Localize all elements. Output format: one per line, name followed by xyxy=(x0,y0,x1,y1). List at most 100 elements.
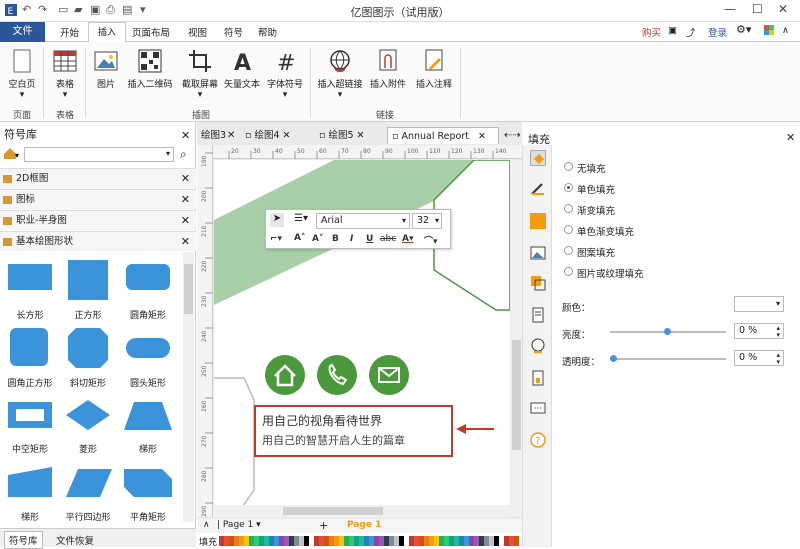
increase-font-icon[interactable]: A˄ xyxy=(294,233,305,243)
share-icon[interactable]: ⤴ xyxy=(686,25,696,39)
home-icon[interactable] xyxy=(265,355,305,395)
close-icon[interactable]: ✕ xyxy=(181,211,190,231)
ribbon-collapse-icon[interactable]: ∧ xyxy=(782,25,789,36)
page-selector[interactable]: | Page 1 ▾ xyxy=(217,520,261,530)
font-color-icon[interactable]: A▾ xyxy=(402,234,413,244)
maximize-button[interactable]: ☐ xyxy=(752,2,763,16)
screenshot-button[interactable]: 截取屏幕 ▾ xyxy=(178,48,222,100)
library-search-input[interactable]: ▾ xyxy=(24,147,174,162)
radio-solid-fill[interactable] xyxy=(564,183,573,192)
shape-diamond[interactable] xyxy=(66,400,110,430)
radio-pattern-fill[interactable] xyxy=(564,246,573,255)
login-link[interactable]: 登录 xyxy=(708,25,727,39)
close-icon[interactable]: ✕ xyxy=(223,127,235,144)
tab-home[interactable]: 开始 xyxy=(60,25,79,39)
library-item-avatars[interactable]: 职业-半身图 ✕ xyxy=(0,210,196,230)
color-swatch[interactable] xyxy=(514,536,519,546)
vector-text-button[interactable]: A 矢量文本 xyxy=(222,48,262,90)
layer-icon[interactable] xyxy=(530,275,546,291)
shape-flat-corner-rect[interactable] xyxy=(124,469,172,497)
attachment-panel-icon[interactable] xyxy=(530,370,546,386)
comment-icon[interactable]: ··· xyxy=(530,401,546,417)
line-pen-icon[interactable] xyxy=(530,180,546,196)
tab-insert[interactable]: 插入 xyxy=(88,22,126,43)
canvas-horizontal-scrollbar[interactable] xyxy=(213,505,511,517)
minimize-button[interactable]: — xyxy=(724,2,736,16)
strikethrough-icon[interactable]: abc xyxy=(380,234,396,244)
shadow-icon[interactable] xyxy=(530,213,546,229)
tab-view[interactable]: 视图 xyxy=(188,25,207,39)
phone-icon[interactable] xyxy=(317,355,357,395)
fill-panel-close-icon[interactable]: ✕ xyxy=(786,131,795,144)
shape-hollow-rect[interactable] xyxy=(8,402,52,428)
font-name-select[interactable]: Arial ▾ xyxy=(316,213,410,229)
library-item-icons[interactable]: 图标 ✕ xyxy=(0,189,196,209)
globe-link-icon[interactable] xyxy=(530,338,546,354)
radio-single-gradient-fill[interactable] xyxy=(564,225,573,234)
shape-round-head-rect[interactable] xyxy=(126,338,170,358)
doc-tab-drawing3[interactable]: 绘图3 xyxy=(197,127,226,144)
document-panel-icon[interactable] xyxy=(530,307,546,323)
tab-help[interactable]: 帮助 xyxy=(258,25,277,39)
shape-chamfer-rect[interactable] xyxy=(68,328,108,368)
select-pointer-icon[interactable]: ➤ xyxy=(270,213,284,227)
doc-tab-drawing5[interactable]: ▫ 绘图5 ✕ xyxy=(315,127,365,144)
radio-no-fill[interactable] xyxy=(564,162,573,171)
radio-gradient-fill[interactable] xyxy=(564,204,573,213)
library-item-basic-shapes[interactable]: 基本绘图形状 ✕ xyxy=(0,231,196,251)
buy-link[interactable]: 购买 xyxy=(642,25,661,39)
close-icon[interactable]: ✕ xyxy=(181,169,190,189)
insert-note-button[interactable]: 插入注释 xyxy=(412,48,456,90)
brightness-slider[interactable] xyxy=(610,328,726,335)
transparency-slider[interactable] xyxy=(610,355,726,362)
insert-qrcode-button[interactable]: 插入二维码 xyxy=(124,48,176,90)
underline-icon[interactable]: U xyxy=(366,234,373,244)
shape-parallelogram[interactable] xyxy=(66,469,112,497)
theme-icon[interactable] xyxy=(764,25,774,38)
connector-icon[interactable]: ⌐▾ xyxy=(270,234,282,244)
table-button[interactable]: 表格 ▾ xyxy=(48,48,82,100)
canvas-vertical-scrollbar[interactable] xyxy=(511,160,522,516)
insert-attachment-button[interactable]: 插入附件 xyxy=(366,48,410,90)
line-style-icon[interactable]: ⌒▾ xyxy=(424,234,438,247)
shape-rounded-rect[interactable] xyxy=(126,264,170,290)
user-icon[interactable]: ▣ xyxy=(668,25,677,36)
panel-close-icon[interactable]: ✕ xyxy=(181,129,190,142)
image-panel-icon[interactable] xyxy=(530,245,546,261)
shape-trapezoid[interactable] xyxy=(124,402,172,430)
library-item-2d-block[interactable]: 2D框图 ✕ xyxy=(0,168,196,188)
settings-gear-icon[interactable]: ⚙▾ xyxy=(736,23,751,36)
transparency-input[interactable]: 0 % ▴ ▾ xyxy=(734,350,784,366)
decrease-font-icon[interactable]: A˅ xyxy=(312,234,323,244)
fill-bucket-icon[interactable] xyxy=(530,150,546,166)
tab-page-layout[interactable]: 页面布局 xyxy=(132,25,170,39)
mail-icon[interactable] xyxy=(369,355,409,395)
tab-file-recovery[interactable]: 文件恢复 xyxy=(56,533,94,547)
italic-icon[interactable]: I xyxy=(350,234,353,244)
page-up-icon[interactable]: ∧ xyxy=(203,520,210,530)
doc-tab-drawing4[interactable]: ▫ 绘图4 ✕ xyxy=(241,127,291,144)
shape-square[interactable] xyxy=(68,260,108,300)
insert-hyperlink-button[interactable]: 插入超链接 ▾ xyxy=(314,48,366,100)
help-icon[interactable]: ? xyxy=(530,432,546,448)
align-menu-icon[interactable]: ☰▾ xyxy=(294,213,308,224)
color-swatches[interactable] xyxy=(219,536,519,546)
library-home-icon[interactable]: ▾ xyxy=(2,146,20,162)
add-page-icon[interactable]: + xyxy=(319,519,328,532)
shape-trapezoid-2[interactable] xyxy=(8,467,52,497)
tab-file[interactable]: 文件 xyxy=(0,22,45,42)
close-button[interactable]: ✕ xyxy=(778,2,788,16)
font-symbol-button[interactable]: # 字体符号 ▾ xyxy=(264,48,306,100)
tab-nav-arrows-icon[interactable]: ⇠⇢ xyxy=(500,127,521,144)
tab-symbol[interactable]: 符号 xyxy=(224,25,243,39)
search-icon[interactable]: ⌕ xyxy=(180,147,187,162)
library-scrollbar[interactable] xyxy=(183,252,194,522)
shape-rounded-square[interactable] xyxy=(10,328,48,366)
brightness-input[interactable]: 0 % ▴ ▾ xyxy=(734,323,784,339)
picture-button[interactable]: 图片 xyxy=(90,48,122,90)
radio-texture-fill[interactable] xyxy=(564,267,573,276)
tab-symbol-library[interactable]: 符号库 xyxy=(4,531,43,549)
close-icon[interactable]: ✕ xyxy=(181,232,190,252)
shape-rectangle[interactable] xyxy=(8,264,52,290)
doc-tab-annual-report[interactable]: ▫ Annual Report ✕ xyxy=(387,127,499,144)
